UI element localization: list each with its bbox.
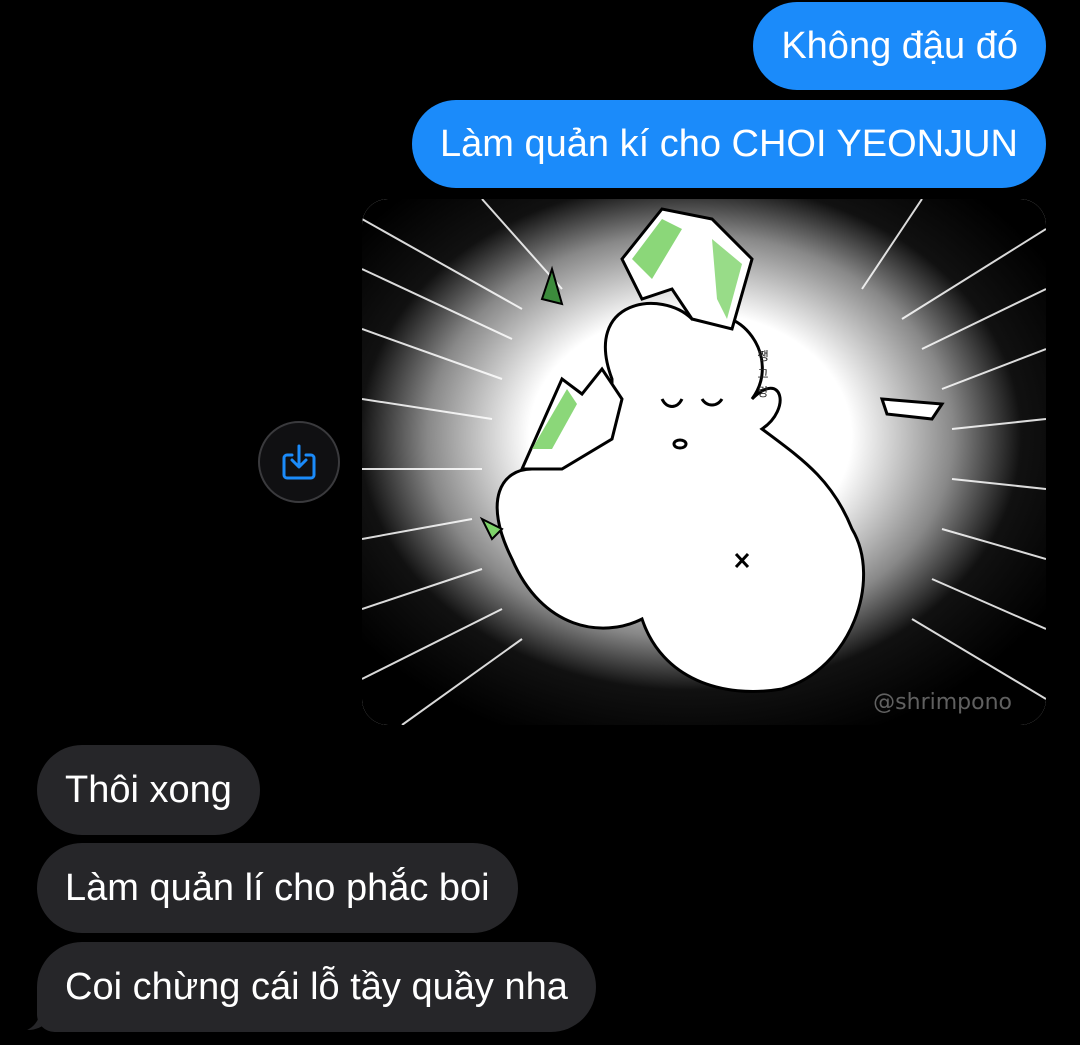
message-text: Thôi xong	[65, 769, 232, 811]
meme-illustration	[362, 199, 1046, 725]
share-save-icon	[282, 444, 316, 480]
message-text: Coi chừng cái lỗ tầy quầy nha	[65, 966, 568, 1008]
image-watermark: @shrimpono	[873, 690, 1012, 715]
received-message-bubble[interactable]: Thôi xong	[37, 745, 260, 835]
image-message[interactable]: 쨍그랑 @shrimpono	[362, 199, 1046, 725]
share-image-button[interactable]	[258, 421, 340, 503]
message-text: Không đậu đó	[781, 25, 1018, 67]
message-text: Làm quản lí cho phắc boi	[65, 867, 490, 909]
sent-message-bubble[interactable]: Làm quản kí cho CHOI YEONJUN	[412, 100, 1046, 188]
received-message-bubble[interactable]: Coi chừng cái lỗ tầy quầy nha	[37, 942, 596, 1032]
message-text: Làm quản kí cho CHOI YEONJUN	[440, 123, 1018, 165]
sfx-text: 쨍그랑	[757, 349, 769, 399]
sent-message-bubble[interactable]: Không đậu đó	[753, 2, 1046, 90]
received-message-bubble[interactable]: Làm quản lí cho phắc boi	[37, 843, 518, 933]
